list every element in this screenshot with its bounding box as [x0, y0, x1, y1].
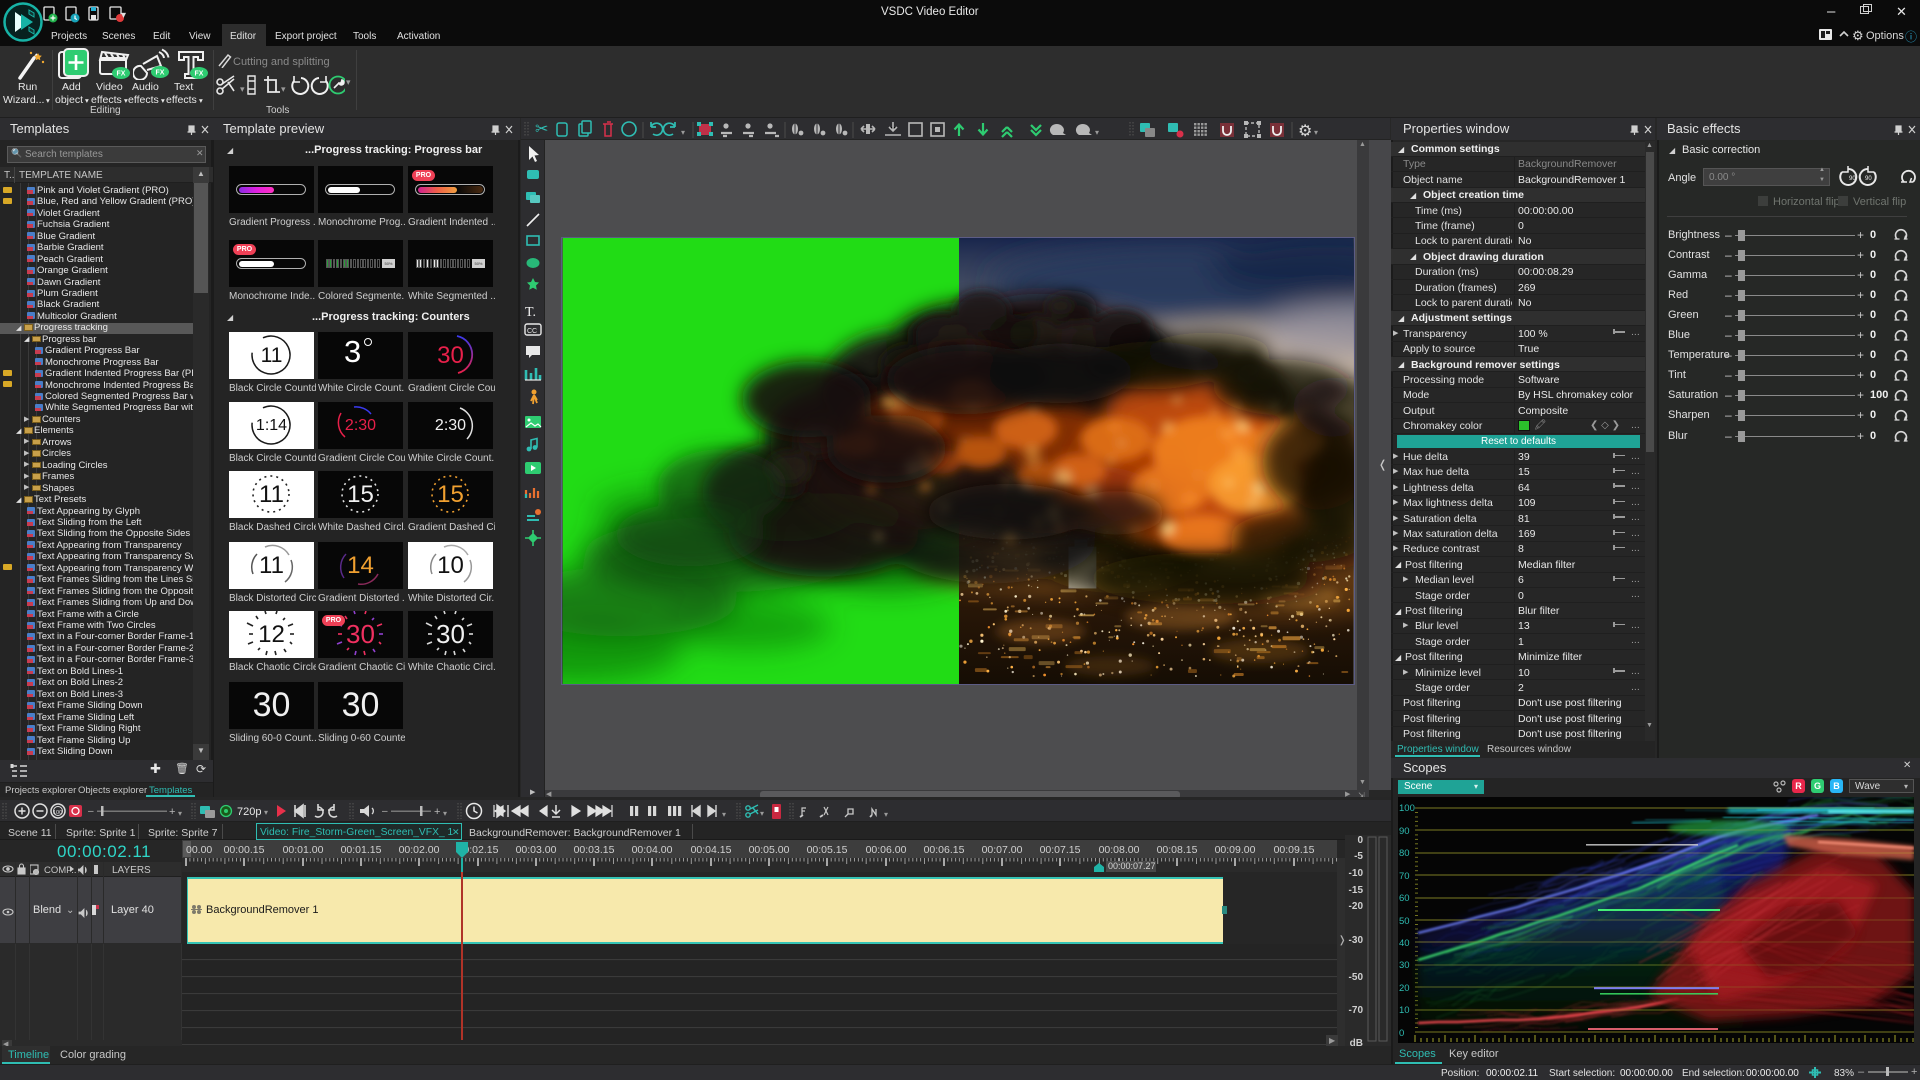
- svg-text:00:01.15: 00:01.15: [341, 844, 382, 856]
- svg-text:✂: ✂: [535, 121, 548, 138]
- svg-text:00:07.00: 00:07.00: [982, 844, 1023, 856]
- svg-text:20: 20: [1399, 983, 1410, 994]
- svg-text:-50: -50: [1349, 972, 1364, 983]
- svg-text:40: 40: [1399, 938, 1410, 949]
- svg-text:▾: ▾: [1314, 128, 1318, 137]
- svg-text:▾: ▾: [1095, 128, 1099, 137]
- svg-text:00:08.15: 00:08.15: [1157, 844, 1198, 856]
- svg-text:0: 0: [1357, 835, 1363, 846]
- svg-text:CC: CC: [527, 328, 537, 335]
- svg-text:-10: -10: [1349, 868, 1364, 879]
- svg-text:FX: FX: [195, 71, 204, 78]
- svg-text:00:05.00: 00:05.00: [749, 844, 790, 856]
- svg-text:720p: 720p: [237, 806, 261, 818]
- svg-text:90: 90: [1399, 826, 1410, 837]
- svg-text:▾: ▾: [681, 128, 685, 137]
- svg-text:00.00: 00.00: [186, 844, 212, 856]
- svg-text:00:01.00: 00:01.00: [283, 844, 324, 856]
- svg-text:00:03.00: 00:03.00: [516, 844, 557, 856]
- svg-text:00:04.00: 00:04.00: [632, 844, 673, 856]
- svg-text:90: 90: [1865, 176, 1872, 182]
- svg-text:60: 60: [1399, 893, 1410, 904]
- svg-text:▾: ▾: [884, 810, 888, 819]
- svg-text:100: 100: [53, 810, 62, 816]
- svg-text:-20: -20: [1349, 901, 1364, 912]
- svg-text:-15: -15: [1349, 885, 1364, 896]
- svg-text:00:00.15: 00:00.15: [224, 844, 265, 856]
- svg-text:–: –: [382, 806, 388, 817]
- svg-text:10: 10: [1399, 1005, 1410, 1016]
- svg-text:50: 50: [1399, 916, 1410, 927]
- svg-text:▾: ▾: [264, 808, 268, 817]
- svg-text:–: –: [88, 806, 94, 817]
- svg-text:90: 90: [1849, 176, 1856, 182]
- svg-text:-30: -30: [1349, 935, 1364, 946]
- svg-text:▾: ▾: [178, 809, 182, 818]
- svg-text:00:06.00: 00:06.00: [866, 844, 907, 856]
- svg-text:100: 100: [1399, 803, 1415, 814]
- svg-text:▾: ▾: [281, 84, 286, 94]
- svg-text:COMP...: COMP...: [44, 865, 79, 876]
- svg-text:FX: FX: [117, 71, 126, 78]
- svg-text:00:03.15: 00:03.15: [574, 844, 615, 856]
- svg-text:0: 0: [1399, 1028, 1404, 1039]
- svg-text:70: 70: [1399, 871, 1410, 882]
- svg-text:+: +: [169, 806, 175, 818]
- svg-text:30: 30: [1399, 960, 1410, 971]
- svg-text:00:09.15: 00:09.15: [1274, 844, 1315, 856]
- svg-text:00:08.00: 00:08.00: [1099, 844, 1140, 856]
- svg-text:T.: T.: [525, 305, 536, 320]
- svg-text:dB: dB: [1350, 1038, 1363, 1046]
- svg-text:00:06.15: 00:06.15: [924, 844, 965, 856]
- svg-text:00:09.00: 00:09.00: [1215, 844, 1256, 856]
- svg-text:00:04.15: 00:04.15: [691, 844, 732, 856]
- svg-text:+: +: [434, 806, 440, 818]
- svg-text:⚙: ⚙: [1298, 123, 1312, 139]
- svg-text:-70: -70: [1349, 1005, 1364, 1016]
- svg-text:-5: -5: [1354, 851, 1363, 862]
- svg-text:80: 80: [1399, 848, 1410, 859]
- svg-text:00:02.00: 00:02.00: [399, 844, 440, 856]
- svg-text:▾: ▾: [722, 810, 726, 819]
- svg-text:LAYERS: LAYERS: [112, 865, 151, 876]
- svg-text:00:05.15: 00:05.15: [807, 844, 848, 856]
- svg-text:▾: ▾: [760, 809, 764, 818]
- svg-text:▾: ▾: [443, 809, 447, 818]
- svg-text:FX: FX: [156, 70, 165, 77]
- svg-text:00:07.15: 00:07.15: [1040, 844, 1081, 856]
- svg-text:▾: ▾: [240, 84, 245, 94]
